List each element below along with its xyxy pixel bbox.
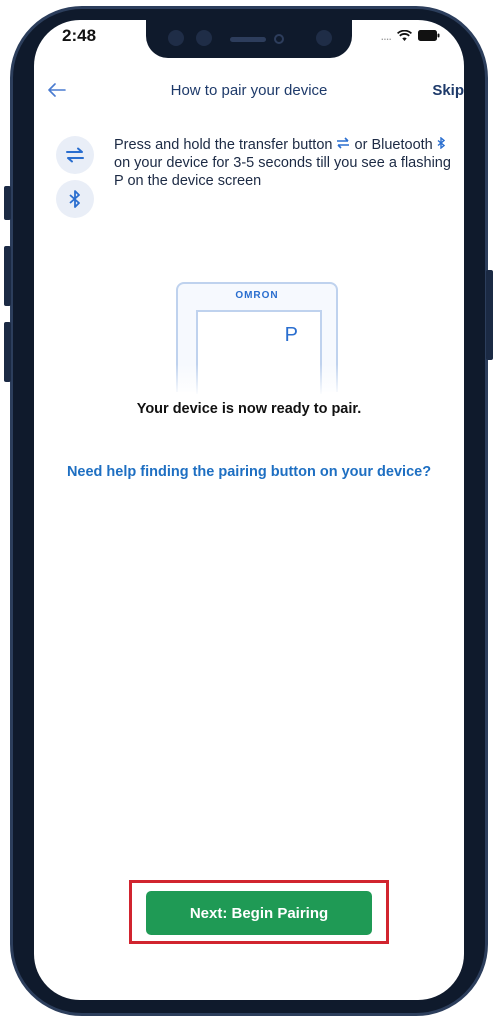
sensor-dot — [196, 30, 212, 46]
wifi-icon — [397, 29, 412, 42]
volume-down-button — [4, 322, 11, 382]
silent-switch — [4, 186, 11, 220]
instruction-text-3: Bluetooth — [371, 137, 433, 153]
camera-dot — [168, 30, 184, 46]
bluetooth-inline-icon — [437, 136, 445, 154]
volume-up-button — [4, 246, 11, 306]
instruction-icons — [56, 136, 94, 224]
status-time: 2:48 — [62, 26, 97, 45]
page-title: How to pair your device — [170, 82, 328, 99]
transfer-inline-icon — [336, 136, 350, 154]
battery-icon — [418, 30, 440, 41]
front-camera — [316, 30, 332, 46]
pairing-instruction: Press and hold the transfer button or Bl… — [114, 136, 454, 190]
instruction-text-2: or — [354, 137, 368, 153]
status-icons: .... — [381, 28, 440, 43]
skip-button[interactable]: Skip — [432, 82, 464, 99]
speaker-grille — [230, 37, 266, 42]
power-button — [486, 270, 493, 360]
begin-pairing-button[interactable]: Next: Begin Pairing — [146, 891, 372, 935]
signal-indicator: .... — [380, 28, 392, 43]
proximity-sensor — [274, 34, 284, 44]
instruction-text-4: on your device for 3-5 seconds till you … — [114, 155, 451, 190]
instruction-text-1: Press and hold the transfer button — [114, 137, 333, 153]
help-link[interactable]: Need help finding the pairing button on … — [34, 464, 464, 480]
device-brand-logo: OMRON — [235, 290, 279, 301]
device-display-char: P — [284, 324, 298, 346]
nav-bar: How to pair your device Skip — [34, 78, 464, 108]
transfer-icon — [56, 136, 94, 174]
bluetooth-icon — [56, 180, 94, 218]
ready-message: Your device is now ready to pair. — [136, 401, 362, 417]
notch — [146, 20, 352, 58]
device-fade — [170, 364, 344, 396]
phone-screen: 2:48 .... How to pair your device Skip P… — [34, 20, 464, 1000]
